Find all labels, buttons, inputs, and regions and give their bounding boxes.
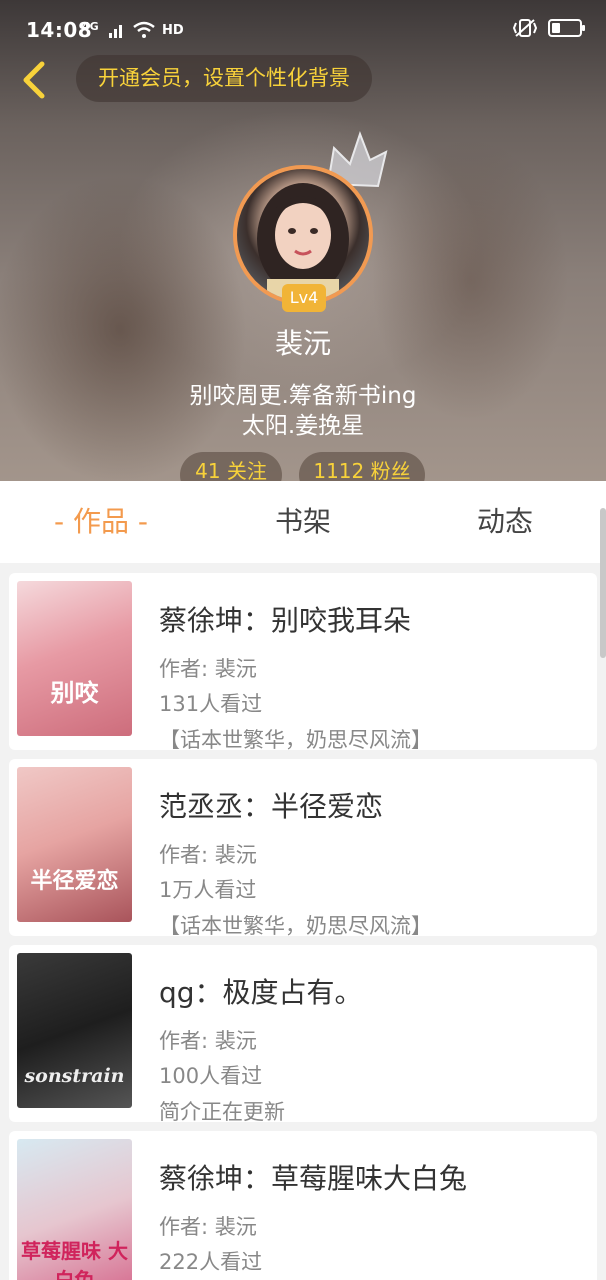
cover-title: sonstrain <box>24 1065 125 1087</box>
book-cover: sonstrain <box>17 953 132 1108</box>
book-card[interactable]: 半径爱恋 范丞丞：半径爱恋 作者: 裴沅 1万人看过 【话本世繁华，奶思尽风流】 <box>9 759 597 938</box>
bio-line-2: 太阳.姜挽星 <box>241 413 365 439</box>
book-views: 100人看过 <box>159 1064 263 1088</box>
tab-works[interactable]: - 作品 - <box>0 481 202 563</box>
vip-background-prompt[interactable]: 开通会员，设置个性化背景 <box>76 55 372 102</box>
profile-tabs: - 作品 - 书架 动态 <box>0 481 606 563</box>
status-right <box>512 18 585 38</box>
book-title: qg：极度占有。 <box>159 976 363 1009</box>
scrollbar[interactable] <box>600 508 606 658</box>
book-title: 蔡徐坤：草莓腥味大白兔 <box>159 1162 468 1195</box>
book-author: 作者: 裴沅 <box>159 1215 257 1239</box>
book-summary: 【话本世繁华，奶思尽风流】 <box>159 914 432 938</box>
tab-bookshelf[interactable]: 书架 <box>202 481 404 563</box>
status-icons: HD <box>108 18 184 42</box>
book-title: 蔡徐坤：别咬我耳朵 <box>159 604 412 637</box>
tab-activity[interactable]: 动态 <box>404 481 606 563</box>
book-card[interactable]: 别咬 蔡徐坤：别咬我耳朵 作者: 裴沅 131人看过 【话本世繁华，奶思尽风流】 <box>9 573 597 752</box>
wifi-icon <box>133 21 155 38</box>
cover-title: 草莓腥味 大白兔 <box>21 1239 128 1280</box>
cover-title: 半径爱恋 <box>30 868 119 894</box>
book-cover: 半径爱恋 <box>17 767 132 922</box>
book-author: 作者: 裴沅 <box>159 843 257 867</box>
profile-header: 14:08 4G HD 开通会员，设置个性化背景 Lv4 裴沅 别咬周更.筹备新… <box>0 0 606 500</box>
signal-icon <box>109 25 122 38</box>
avatar-image <box>257 183 349 301</box>
book-author: 作者: 裴沅 <box>159 1029 257 1053</box>
book-summary: 【话本世繁华，奶思尽风流】 <box>159 728 432 752</box>
book-cover: 草莓腥味 大白兔 <box>17 1139 132 1280</box>
bio-line-1: 别咬周更.筹备新书ing <box>189 383 417 409</box>
book-card[interactable]: sonstrain qg：极度占有。 作者: 裴沅 100人看过 简介正在更新 <box>9 945 597 1124</box>
vibrate-icon <box>512 19 538 37</box>
book-cover: 别咬 <box>17 581 132 736</box>
book-views: 1万人看过 <box>159 878 257 902</box>
book-card[interactable]: 草莓腥味 大白兔 蔡徐坤：草莓腥味大白兔 作者: 裴沅 222人看过 <box>9 1131 597 1280</box>
chevron-left-icon <box>23 61 45 99</box>
cover-title: 别咬 <box>50 678 99 707</box>
status-bar: 14:08 4G HD <box>0 0 606 62</box>
level-badge: Lv4 <box>282 284 326 312</box>
book-views: 131人看过 <box>159 692 263 716</box>
network-label: 4G <box>82 20 99 33</box>
book-views: 222人看过 <box>159 1250 263 1274</box>
book-summary: 简介正在更新 <box>159 1100 285 1124</box>
book-author: 作者: 裴沅 <box>159 657 257 681</box>
username: 裴沅 <box>274 327 331 360</box>
book-title: 范丞丞：半径爱恋 <box>159 790 384 823</box>
battery-icon <box>548 19 585 37</box>
back-button[interactable] <box>16 58 56 102</box>
hd-label: HD <box>162 22 184 38</box>
